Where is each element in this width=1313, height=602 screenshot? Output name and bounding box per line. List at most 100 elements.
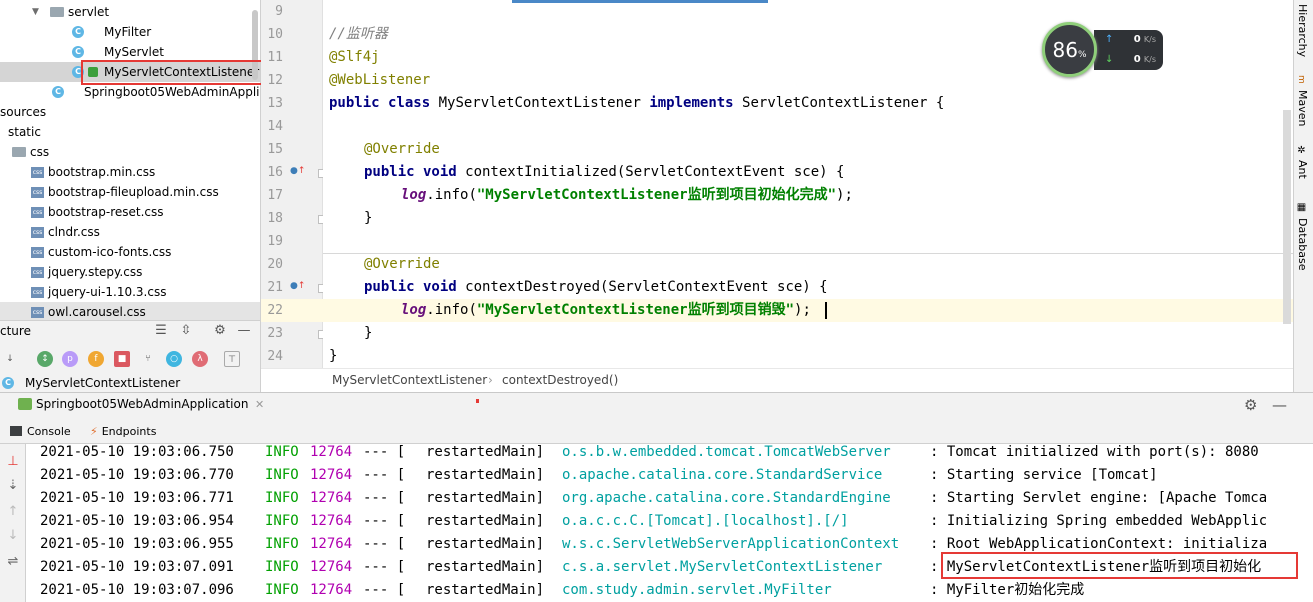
lock-icon[interactable]: ■ xyxy=(114,351,130,367)
css-file-icon: css xyxy=(31,167,44,178)
code-annotation: @WebListener xyxy=(329,72,431,88)
class-icon: C xyxy=(72,26,84,38)
line-number: 24 xyxy=(267,349,283,364)
tree-item-css-file[interactable]: css custom-ico-fonts.css xyxy=(0,242,260,262)
restart-icon[interactable]: ⇣ xyxy=(5,478,21,493)
tree-item-css-file[interactable]: css owl.carousel.css xyxy=(0,302,260,320)
network-rates: ↑ 0 K/s ↓ 0 K/s xyxy=(1094,30,1163,70)
highlight-box xyxy=(81,60,271,85)
structure-title: cture xyxy=(0,324,31,338)
text-caret xyxy=(825,302,827,319)
cpu-percent: 86 xyxy=(1052,38,1078,62)
line-number: 21 xyxy=(267,280,283,295)
editor-scrollbar[interactable] xyxy=(1283,110,1291,324)
tree-item-resources[interactable]: sources xyxy=(0,102,260,122)
css-file-icon: css xyxy=(31,207,44,218)
tree-item-css-file[interactable]: css bootstrap-fileupload.min.css xyxy=(0,182,260,202)
css-file-icon: css xyxy=(31,247,44,258)
run-config-tab[interactable]: Springboot05WebAdminApplication xyxy=(18,397,248,411)
line-number: 18 xyxy=(267,211,283,226)
sort-icon[interactable]: ↓ xyxy=(2,351,18,367)
run-sub-tabs: Console ⚡ Endpoints xyxy=(0,420,1313,444)
line-number: 22 xyxy=(261,299,323,322)
highlight-box xyxy=(941,552,1298,579)
ide-window: ▼ servlet C MyFilter C MyServlet C MySer… xyxy=(0,0,1313,602)
arrow-down-icon: ↓ xyxy=(1105,54,1114,65)
autoscroll-icon[interactable]: ⊤ xyxy=(224,351,240,367)
inherited-icon[interactable]: ⑂ xyxy=(140,351,156,367)
console-toolbar: ⊥ ⇣ ↑ ↓ ⇌ xyxy=(0,444,26,602)
line-number: 19 xyxy=(267,234,283,249)
endpoints-icon: ⚡ xyxy=(90,425,98,438)
override-marker-icon[interactable]: ●↑ xyxy=(290,281,305,291)
minimize-icon[interactable]: — xyxy=(236,323,252,338)
code-comment: //监听器 xyxy=(329,26,388,42)
chevron-down-icon[interactable]: ▼ xyxy=(32,2,39,22)
line-number: 15 xyxy=(267,142,283,157)
ant-icon: ✲ xyxy=(1296,145,1307,156)
css-file-icon: css xyxy=(31,267,44,278)
log-row: 2021-05-10 19:03:06.771 INFO 12764 --- [res… xyxy=(40,490,1268,506)
tree-item-css[interactable]: css xyxy=(0,142,260,162)
tab-database[interactable]: Database xyxy=(1296,218,1309,271)
folder-icon xyxy=(50,7,64,17)
tree-item-css-file[interactable]: css bootstrap.min.css xyxy=(0,162,260,182)
tree-item-application[interactable]: C Springboot05WebAdminApplic xyxy=(0,82,260,102)
stop-icon[interactable]: ⊥ xyxy=(5,454,21,469)
console-scrollbar[interactable] xyxy=(26,596,1286,602)
chevron-right-icon: › xyxy=(488,373,493,387)
minimize-icon[interactable]: — xyxy=(1272,396,1287,414)
scroll-down-icon[interactable]: ↓ xyxy=(5,528,21,543)
tab-console[interactable]: Console xyxy=(10,423,71,441)
class-icon: C xyxy=(72,46,84,58)
structure-class-item[interactable]: C MyServletContextListener xyxy=(0,374,261,392)
soft-wrap-icon[interactable]: ⇌ xyxy=(5,554,21,569)
line-number: 20 xyxy=(267,257,283,272)
method-separator xyxy=(323,253,1293,254)
properties-icon[interactable]: p xyxy=(62,351,78,367)
code-brace: } xyxy=(364,210,373,226)
line-number: 13 xyxy=(267,96,283,111)
code-brace: } xyxy=(329,348,338,364)
sort-visibility-icon[interactable]: ↕ xyxy=(37,351,53,367)
breadcrumb-method[interactable]: contextDestroyed() xyxy=(502,369,618,392)
tab-maven[interactable]: Maven xyxy=(1296,90,1309,126)
tree-item-css-file[interactable]: css jquery.stepy.css xyxy=(0,262,260,282)
expand-all-icon[interactable]: ☰ xyxy=(153,323,169,338)
tab-endpoints[interactable]: ⚡ Endpoints xyxy=(90,423,156,441)
tab-hierarchy[interactable]: Hierarchy xyxy=(1296,4,1309,57)
tree-item-myfilter[interactable]: C MyFilter xyxy=(0,22,260,42)
line-number: 17 xyxy=(267,188,283,203)
arrow-up-icon: ↑ xyxy=(1105,34,1114,45)
css-file-icon: css xyxy=(31,187,44,198)
close-icon[interactable]: ✕ xyxy=(255,398,264,411)
maven-icon: m xyxy=(1296,75,1306,84)
database-icon: ▦ xyxy=(1296,202,1307,213)
line-number: 11 xyxy=(267,50,283,65)
line-number: 14 xyxy=(267,119,283,134)
gear-icon[interactable]: ⚙ xyxy=(1244,396,1257,414)
collapse-icon[interactable]: ⇳ xyxy=(178,323,194,338)
tree-item-myservlet[interactable]: C MyServlet xyxy=(0,42,260,62)
performance-widget[interactable]: ↑ 0 K/s ↓ 0 K/s 86% xyxy=(1042,22,1163,77)
tree-item-css-file[interactable]: css bootstrap-reset.css xyxy=(0,202,260,222)
override-marker-icon[interactable]: ●↑ xyxy=(290,166,305,176)
tree-item-static[interactable]: static xyxy=(0,122,260,142)
run-tool-header: Springboot05WebAdminApplication ✕ ⚙ — xyxy=(0,392,1313,420)
code-annotation: @Override xyxy=(364,256,440,272)
tree-item-servlet[interactable]: ▼ servlet xyxy=(0,2,260,22)
breadcrumb-class[interactable]: MyServletContextListener xyxy=(332,369,487,392)
anonymous-icon[interactable]: ○ xyxy=(166,351,182,367)
tab-ant[interactable]: Ant xyxy=(1296,160,1309,179)
tree-item-css-file[interactable]: css clndr.css xyxy=(0,222,260,242)
line-number: 12 xyxy=(267,73,283,88)
lambda-icon[interactable]: λ xyxy=(192,351,208,367)
line-number: 10 xyxy=(267,27,283,42)
fields-icon[interactable]: f xyxy=(88,351,104,367)
structure-panel: cture ☰ ⇳ ⚙ — ↓ ↕ p f ■ ⑂ ○ λ ⊤ C MyServ… xyxy=(0,320,261,392)
tree-item-css-file[interactable]: css jquery-ui-1.10.3.css xyxy=(0,282,260,302)
line-number: 23 xyxy=(267,326,283,341)
console-icon xyxy=(10,426,22,436)
scroll-up-icon[interactable]: ↑ xyxy=(5,504,21,519)
gear-icon[interactable]: ⚙ xyxy=(212,323,228,338)
